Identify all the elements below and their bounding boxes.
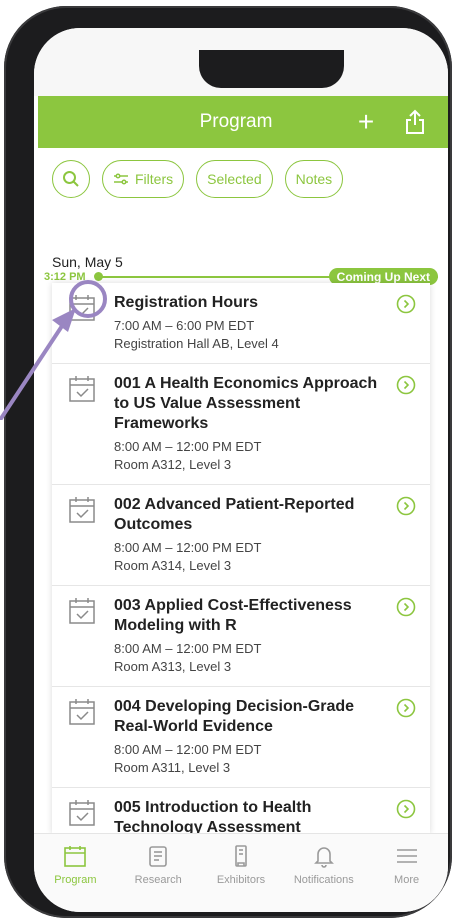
app-header: Program + — [38, 96, 448, 148]
session-location: Registration Hall AB, Level 4 — [114, 336, 279, 351]
session-item[interactable]: 004 Developing Decision-Grade Real-World… — [52, 687, 430, 788]
calendar-check-icon[interactable] — [68, 597, 96, 625]
search-icon — [63, 171, 79, 187]
calendar-check-icon[interactable] — [68, 698, 96, 726]
tab-label: Notifications — [293, 874, 354, 886]
session-item[interactable]: 003 Applied Cost-Effectiveness Modeling … — [52, 586, 430, 687]
tab-notifications[interactable]: Notifications — [282, 834, 365, 912]
tab-bar: Program Research Exhibitors Notification… — [34, 833, 448, 912]
calendar-check-icon[interactable] — [68, 496, 96, 524]
share-button[interactable] — [400, 96, 430, 148]
current-time-dot — [94, 272, 103, 281]
session-title: 002 Advanced Patient-Reported Outcomes — [114, 496, 355, 533]
menu-icon — [396, 849, 417, 863]
tab-more[interactable]: More — [365, 834, 448, 912]
chevron-right-icon[interactable] — [396, 294, 416, 314]
chevron-right-icon[interactable] — [396, 698, 416, 718]
calendar-icon — [64, 846, 87, 867]
notes-label: Notes — [295, 171, 333, 187]
session-time: 8:00 AM – 12:00 PM EDT — [114, 742, 262, 757]
search-button[interactable] — [52, 160, 90, 198]
chevron-right-icon[interactable] — [396, 375, 416, 395]
session-time: 8:00 AM – 12:00 PM EDT — [114, 540, 262, 555]
bell-icon — [313, 847, 334, 868]
tab-exhibitors[interactable]: Exhibitors — [200, 834, 283, 912]
tab-label: Exhibitors — [216, 874, 266, 886]
chevron-right-icon[interactable] — [396, 799, 416, 819]
session-item[interactable]: 002 Advanced Patient-Reported Outcomes 8:… — [52, 485, 430, 586]
phone-frame: Program + Filters Selected Notes Sun, Ma… — [4, 6, 452, 918]
session-title: 001 A Health Economics Approach to US Va… — [114, 375, 378, 432]
session-location: Room A311, Level 3 — [114, 760, 231, 775]
session-item[interactable]: 005 Introduction to Health Technology As… — [52, 788, 430, 834]
schedule-date: Sun, May 5 — [52, 254, 123, 270]
share-icon — [406, 109, 424, 134]
filters-button[interactable]: Filters — [102, 160, 185, 198]
annotation-arrow-icon — [0, 308, 76, 420]
filters-label: Filters — [135, 171, 174, 187]
selected-label: Selected — [207, 171, 262, 187]
session-location: Room A314, Level 3 — [114, 558, 232, 573]
tab-program[interactable]: Program — [34, 834, 117, 912]
tab-research[interactable]: Research — [117, 834, 200, 912]
add-button[interactable]: + — [350, 96, 382, 148]
session-time: 8:00 AM – 12:00 PM EDT — [114, 439, 262, 454]
filter-toolbar: Filters Selected Notes — [52, 160, 344, 198]
booth-icon — [235, 845, 247, 867]
session-time: 7:00 AM – 6:00 PM EDT — [114, 318, 255, 333]
tab-label: More — [394, 874, 420, 886]
tab-label: Program — [54, 874, 97, 886]
calendar-check-icon[interactable] — [68, 799, 96, 827]
page-title: Program — [199, 111, 273, 132]
session-title: 003 Applied Cost-Effectiveness Modeling … — [114, 597, 352, 634]
session-location: Room A313, Level 3 — [114, 659, 232, 674]
document-icon — [149, 846, 167, 867]
filter-sliders-icon — [114, 173, 128, 185]
session-location: Room A312, Level 3 — [114, 457, 232, 472]
tab-label: Research — [134, 874, 182, 886]
selected-button[interactable]: Selected — [196, 160, 273, 198]
phone-screen: Program + Filters Selected Notes Sun, Ma… — [34, 28, 448, 912]
chevron-right-icon[interactable] — [396, 597, 416, 617]
phone-notch — [199, 50, 344, 88]
session-time: 8:00 AM – 12:00 PM EDT — [114, 641, 262, 656]
chevron-right-icon[interactable] — [396, 496, 416, 516]
session-title: Registration Hours — [114, 294, 259, 311]
session-title: 005 Introduction to Health Technology As… — [114, 799, 312, 834]
notes-button[interactable]: Notes — [284, 160, 344, 198]
session-title: 004 Developing Decision-Grade Real-World… — [114, 698, 355, 735]
